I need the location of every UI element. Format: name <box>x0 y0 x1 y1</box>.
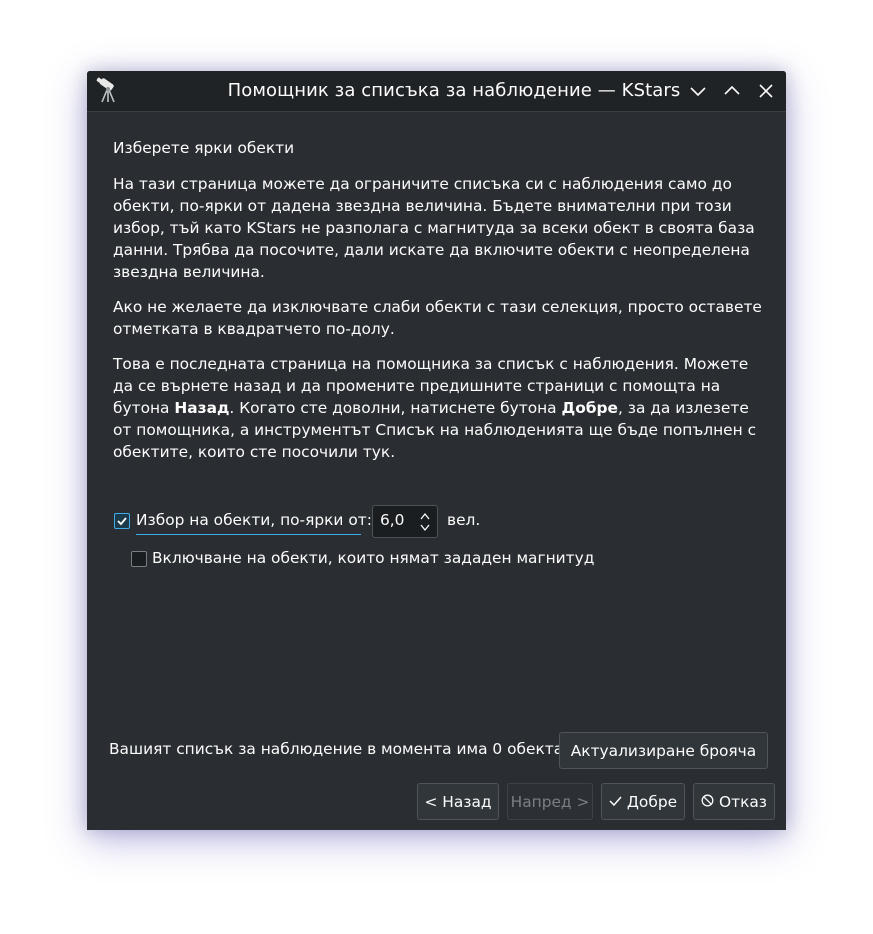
brighter-objects-label[interactable]: Избор на обекти, по-ярки от: <box>136 511 372 529</box>
wizard-window: Помощник за списъка за наблюдение — KSta… <box>87 71 786 830</box>
magnitude-spinbox[interactable]: 6,0 <box>372 505 438 538</box>
next-button[interactable]: Напред > <box>507 783 593 820</box>
cancel-button-label: Отказ <box>719 792 767 811</box>
cancel-icon <box>701 793 714 811</box>
page-heading: Изберете ярки обекти <box>113 139 295 157</box>
object-count-status: Вашият списък за наблюдение в момента им… <box>109 740 569 758</box>
ok-reference: Добре <box>561 399 618 417</box>
cancel-button[interactable]: Отказ <box>693 783 775 820</box>
checkmark-icon <box>609 793 622 811</box>
back-reference: Назад <box>174 399 230 417</box>
hint-paragraph: Ако не желаете да изключвате слаби обект… <box>113 298 762 338</box>
ok-button-label: Добре <box>626 792 678 811</box>
magnitude-value[interactable]: 6,0 <box>380 511 404 529</box>
wizard-page-content: Изберете ярки обекти На тази страница мо… <box>113 137 763 476</box>
chevron-up-icon[interactable] <box>721 80 743 102</box>
window-title: Помощник за списъка за наблюдение — KSta… <box>227 80 681 101</box>
checkmark-icon <box>117 517 127 526</box>
chevron-down-icon[interactable] <box>687 80 709 102</box>
next-button-label: Напред > <box>510 792 590 811</box>
back-button-label: < Назад <box>424 792 492 811</box>
include-unknown-magnitude-checkbox[interactable] <box>131 551 147 567</box>
update-count-label: Актуализиране брояча <box>570 741 757 760</box>
brighter-objects-checkbox[interactable] <box>114 513 130 529</box>
magnitude-unit: вел. <box>447 511 481 529</box>
update-count-button[interactable]: Актуализиране брояча <box>559 732 768 769</box>
final-page-paragraph: Това е последната страница на помощника … <box>113 355 757 461</box>
back-button[interactable]: < Назад <box>417 783 499 820</box>
include-unknown-magnitude-label[interactable]: Включване на обекти, които нямат зададен… <box>152 549 594 567</box>
title-bar[interactable]: Помощник за списъка за наблюдение — KSta… <box>87 71 786 112</box>
ok-button[interactable]: Добре <box>601 783 685 820</box>
close-icon[interactable] <box>755 80 777 102</box>
spin-arrows-icon[interactable] <box>419 510 431 534</box>
intro-paragraph: На тази страница можете да ограничите сп… <box>113 175 755 281</box>
focus-underline <box>136 534 361 535</box>
